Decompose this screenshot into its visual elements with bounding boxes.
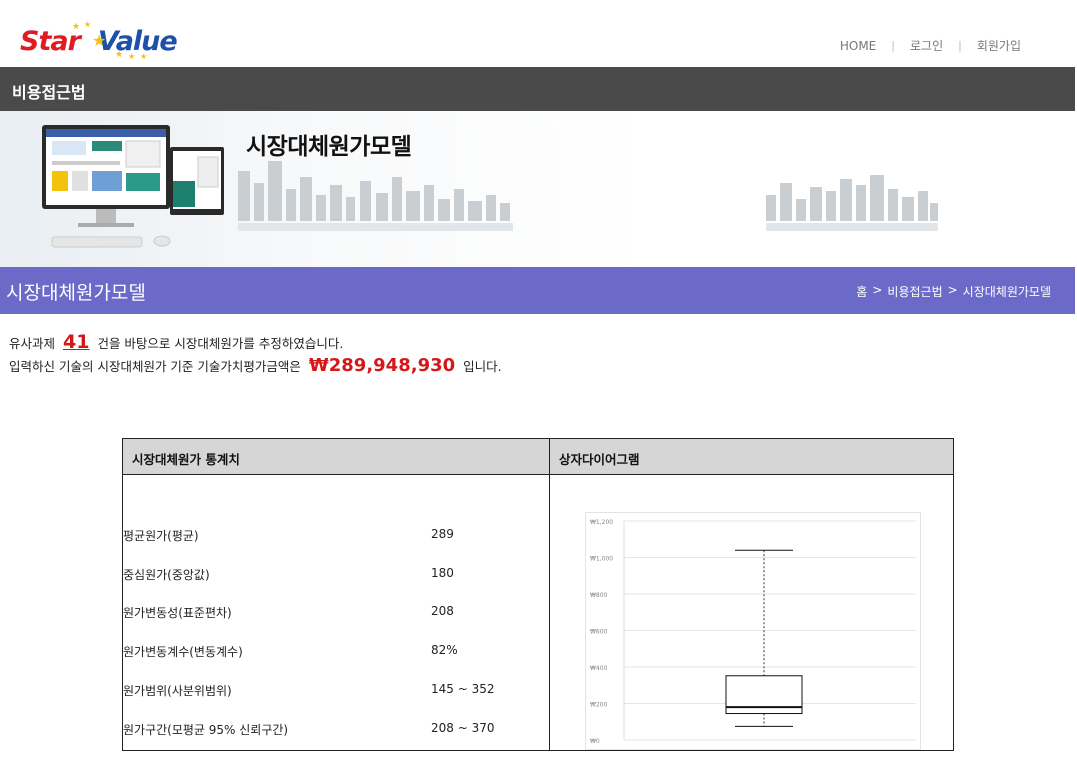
stat-row: 원가변동계수(변동계수) 82% xyxy=(123,643,458,660)
page-title-bar: 시장대체원가모델 홈 > 비용접근법 > 시장대체원가모델 xyxy=(0,267,1075,314)
star-icon: ★ xyxy=(72,22,81,32)
page-title: 시장대체원가모델 xyxy=(6,282,146,304)
boxplot-chart: ₩0 ₩200 ₩400 ₩600 ₩800 ₩1,000 ₩1,200 xyxy=(590,519,916,745)
stat-value: 82% xyxy=(431,643,458,657)
stat-value: 145 ~ 352 xyxy=(431,682,495,696)
stat-row: 원가변동성(표준편차) 208 xyxy=(123,604,454,621)
section-title: 비용접근법 xyxy=(12,83,86,102)
summary-line2-suffix: 입니다. xyxy=(463,359,502,374)
stat-row: 원가구간(모평균 95% 신뢰구간) 208 ~ 370 xyxy=(123,721,495,738)
star-icon: ★ xyxy=(115,50,124,60)
y-tick-label: ₩200 xyxy=(590,702,608,709)
stat-value: 289 xyxy=(431,527,454,541)
stat-value: 208 ~ 370 xyxy=(431,721,495,735)
logo-value-word: Value xyxy=(97,26,178,57)
stat-label: 원가범위(사분위범위) xyxy=(123,684,232,698)
stat-label: 평균원가(평균) xyxy=(123,529,199,543)
breadcrumb-separator: > xyxy=(872,283,883,297)
stat-row: 평균원가(평균) 289 xyxy=(123,527,454,544)
stat-label: 원가변동성(표준편차) xyxy=(123,606,232,620)
stat-label: 원가구간(모평균 95% 신뢰구간) xyxy=(123,723,289,737)
column-divider xyxy=(549,439,550,750)
star-icon: ★ xyxy=(92,31,107,50)
logo-star-word: Star xyxy=(20,26,81,57)
breadcrumb-current: 시장대체원가모델 xyxy=(962,285,1051,299)
summary-line-2: 입력하신 기술의 시장대체원가 기준 기술가치평가금액은 ₩289,948,93… xyxy=(9,354,502,379)
banner: 시장대체원가모델 xyxy=(0,111,1075,267)
section-bar: 비용접근법 xyxy=(0,67,1075,111)
y-tick-label: ₩400 xyxy=(590,665,608,672)
summary-text: 유사과제 41 건을 바탕으로 시장대체원가를 추정하였습니다. 입력하신 기술… xyxy=(9,330,502,379)
summary-line-1: 유사과제 41 건을 바탕으로 시장대체원가를 추정하였습니다. xyxy=(9,330,502,356)
stat-label: 원가변동계수(변동계수) xyxy=(123,645,243,659)
y-tick-label: ₩1,000 xyxy=(590,556,613,563)
city-skyline-illustration xyxy=(238,161,938,231)
boxplot-header: 상자다이어그램 xyxy=(550,439,953,475)
y-tick-label: ₩1,200 xyxy=(590,519,613,526)
statistics-table: 시장대체원가 통계치 상자다이어그램 평균원가(평균) 289 중심원가(중앙값… xyxy=(122,438,954,751)
stat-label: 중심원가(중앙값) xyxy=(123,568,210,582)
valuation-amount: ₩289,948,930 xyxy=(308,355,456,376)
similar-project-count: 41 xyxy=(63,331,90,353)
nav-login-link[interactable]: 로그인 xyxy=(910,37,943,54)
star-icon: ★ xyxy=(128,52,136,61)
statistics-header: 시장대체원가 통계치 xyxy=(123,439,549,475)
stat-row: 원가범위(사분위범위) 145 ~ 352 xyxy=(123,682,495,699)
stat-row: 중심원가(중앙값) 180 xyxy=(123,566,454,583)
summary-line1-prefix: 유사과제 xyxy=(9,336,56,351)
nav-separator: | xyxy=(891,39,895,52)
nav-separator: | xyxy=(958,39,962,52)
star-icon: ★ xyxy=(84,20,92,29)
top-navigation: HOME | 로그인 | 회원가입 xyxy=(840,37,1021,54)
logo[interactable]: Star Value ★ ★ ★ ★ ★ ★ xyxy=(20,20,195,64)
boxplot-panel: ₩0 ₩200 ₩400 ₩600 ₩800 ₩1,000 ₩1,200 xyxy=(585,512,921,750)
stat-value: 208 xyxy=(431,604,454,618)
y-tick-label: ₩0 xyxy=(590,738,600,745)
stat-value: 180 xyxy=(431,566,454,580)
breadcrumb-separator: > xyxy=(947,283,958,297)
star-icon: ★ xyxy=(140,52,148,61)
summary-line1-suffix: 건을 바탕으로 시장대체원가를 추정하였습니다. xyxy=(97,336,344,351)
y-tick-label: ₩800 xyxy=(590,592,608,599)
nav-signup-link[interactable]: 회원가입 xyxy=(977,37,1021,54)
breadcrumb: 홈 > 비용접근법 > 시장대체원가모델 xyxy=(856,283,1051,300)
nav-home-link[interactable]: HOME xyxy=(840,39,876,53)
breadcrumb-cost-approach-link[interactable]: 비용접근법 xyxy=(887,283,942,300)
summary-line2-prefix: 입력하신 기술의 시장대체원가 기준 기술가치평가금액은 xyxy=(9,359,301,374)
y-tick-label: ₩600 xyxy=(590,629,608,636)
breadcrumb-home-link[interactable]: 홈 xyxy=(856,283,867,300)
